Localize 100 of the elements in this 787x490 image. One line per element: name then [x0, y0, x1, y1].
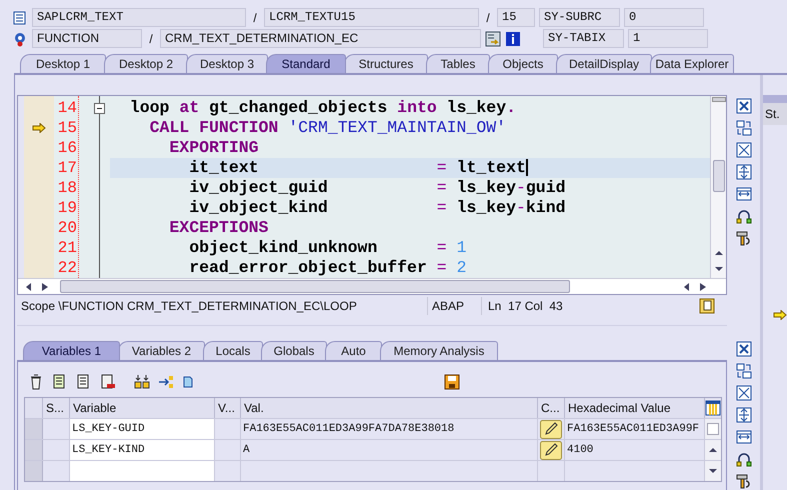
subrc-label: SY-SUBRC [539, 8, 620, 27]
input-field[interactable]: LS_KEY-GUID [70, 419, 215, 439]
line-number: 19 [56, 198, 78, 218]
tab[interactable]: Standard [266, 54, 346, 73]
line-number: 17 [56, 158, 78, 178]
tabix-label: SY-TABIX [543, 29, 624, 48]
arc-icon[interactable] [736, 208, 752, 224]
scroll-right-icon[interactable] [700, 282, 706, 290]
code-line: read_error_object_buffer = 2 [188, 258, 468, 278]
arrows-icon[interactable] [158, 374, 174, 390]
scroll-thumb[interactable] [60, 280, 570, 293]
scroll-left-icon[interactable] [26, 282, 32, 290]
column-header[interactable]: C... [541, 399, 560, 417]
value-cell-text: FA163E55AC011ED3A99FA7DA78E38018 [243, 422, 454, 437]
program-icon [12, 10, 28, 26]
tabix-field: 1 [628, 29, 708, 48]
scroll-box[interactable] [707, 423, 719, 435]
arc-icon[interactable] [736, 451, 752, 467]
panel-header [763, 95, 787, 103]
tab[interactable]: Variables 2 [118, 341, 205, 360]
tools-icon[interactable] [736, 230, 752, 246]
column-header[interactable]: S... [46, 399, 64, 417]
event-field: CRM_TEXT_DETERMINATION_EC [160, 29, 481, 48]
vertical-scrollbar[interactable] [710, 96, 726, 278]
collapse-icon[interactable] [94, 102, 105, 114]
scroll-up-icon[interactable] [714, 250, 724, 256]
scroll-down-icon[interactable] [714, 266, 724, 272]
tab[interactable]: Objects [488, 54, 558, 73]
maximize-icon[interactable] [736, 385, 752, 401]
columns-icon[interactable] [705, 400, 721, 416]
horizontal-resize-icon[interactable] [736, 429, 752, 445]
vertical-resize-icon[interactable] [736, 407, 752, 423]
document-icon[interactable] [699, 298, 715, 314]
input-field[interactable]: LS_KEY-KIND [70, 440, 215, 460]
hex-cell-text: 4100 [567, 442, 594, 458]
line-number: 22 [56, 258, 78, 278]
separator: / [252, 10, 258, 26]
code-line: CALL FUNCTION 'CRM_TEXT_MAINTAIN_OW' [148, 118, 508, 138]
code-line: loop at gt_changed_objects into ls_key. [128, 98, 517, 118]
tab[interactable]: Variables 1 [23, 341, 120, 360]
cursor-position: Ln 17 Col 43 [481, 297, 621, 315]
tab[interactable]: Auto [325, 341, 382, 360]
variable-cell-text: LS_KEY-GUID [72, 422, 145, 437]
swap-icon[interactable] [736, 120, 752, 136]
grid-icon[interactable] [134, 374, 150, 390]
navigate-icon[interactable] [485, 30, 501, 46]
line-number: 21 [56, 238, 78, 258]
code-line: EXCEPTIONS [168, 218, 270, 238]
program-field: SAPLCRM_TEXT [32, 8, 246, 27]
save-icon[interactable] [444, 374, 460, 390]
trash-icon[interactable] [28, 374, 44, 390]
horizontal-resize-icon[interactable] [736, 186, 752, 202]
language-text: ABAP [427, 297, 481, 315]
input-field[interactable] [70, 461, 215, 481]
tab[interactable]: Desktop 1 [20, 54, 106, 73]
splitter-handle[interactable] [712, 97, 726, 102]
edit-button[interactable] [540, 420, 562, 438]
line-field: 15 [497, 8, 535, 27]
code-line: EXPORTING [168, 138, 260, 158]
scroll-up-icon[interactable] [708, 447, 718, 453]
tab[interactable]: Locals [203, 341, 263, 360]
hex-cell-text: FA163E55AC011ED3A99F [567, 422, 700, 437]
tab[interactable]: Globals [261, 341, 327, 360]
line-number: 14 [56, 98, 78, 118]
column-header[interactable]: Variable [73, 399, 116, 417]
line-number: 15 [56, 118, 78, 138]
tab[interactable]: Tables [426, 54, 490, 73]
code-line: iv_object_kind = ls_key-kind [188, 198, 567, 218]
document-delete-icon[interactable] [100, 374, 116, 390]
vertical-resize-icon[interactable] [736, 164, 752, 180]
line-number: 18 [56, 178, 78, 198]
scroll-thumb[interactable] [712, 160, 724, 192]
swap-icon[interactable] [736, 363, 752, 379]
tab[interactable]: DetailDisplay [556, 54, 652, 73]
tab[interactable]: Desktop 3 [186, 54, 268, 73]
separator: / [148, 30, 154, 48]
tab[interactable]: Structures [344, 54, 428, 73]
separator: / [485, 10, 491, 26]
maximize-icon[interactable] [736, 142, 752, 158]
info-icon[interactable] [505, 30, 521, 46]
tab[interactable]: Desktop 2 [104, 54, 188, 73]
column-header[interactable]: St. [763, 103, 787, 125]
horizontal-scrollbar[interactable] [18, 278, 726, 294]
scroll-down-icon[interactable] [708, 468, 718, 474]
event-type-field: FUNCTION [32, 29, 142, 48]
column-header[interactable]: V... [218, 399, 235, 417]
variable-cell-text: LS_KEY-KIND [72, 442, 145, 458]
close-icon[interactable] [736, 98, 752, 114]
scroll-left-icon[interactable] [684, 282, 690, 290]
line-number: 20 [56, 218, 78, 238]
code-line: iv_object_guid = ls_key-guid [188, 178, 567, 198]
line-number: 16 [56, 138, 78, 158]
tab[interactable]: Data Explorer [650, 54, 734, 73]
scroll-right-icon[interactable] [42, 282, 48, 290]
tab[interactable]: Memory Analysis [380, 341, 498, 360]
close-icon[interactable] [736, 341, 752, 357]
tools-icon[interactable] [736, 473, 752, 489]
column-header[interactable]: Hexadecimal Value [568, 399, 670, 417]
edit-button[interactable] [540, 440, 562, 460]
column-header[interactable]: Val. [244, 399, 264, 417]
